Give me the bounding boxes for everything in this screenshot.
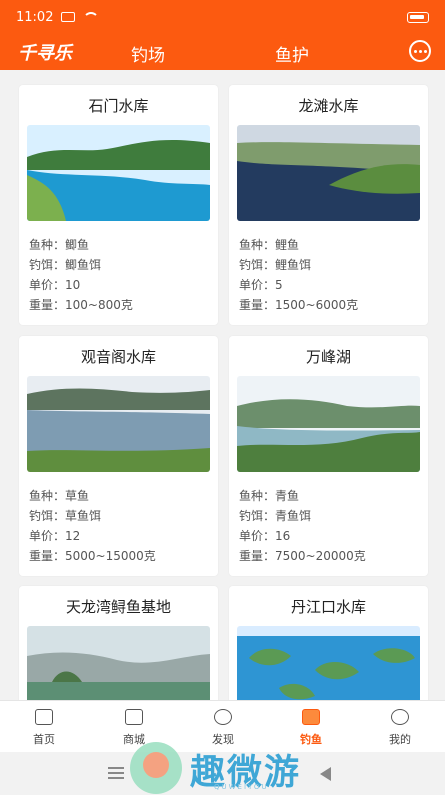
card-info: 鱼种：鲤鱼 钓饵：鲤鱼饵 单价：5 重量：1500~6000克 bbox=[239, 238, 359, 312]
price: 16 bbox=[275, 529, 291, 543]
card-title: 观音阁水库 bbox=[80, 348, 156, 366]
tab-fish-guard[interactable]: 鱼护 bbox=[275, 41, 309, 66]
card-info: 鱼种：鲫鱼 钓饵：鲫鱼饵 单价：10 重量：100~800克 bbox=[29, 238, 133, 312]
nav-label: 我的 bbox=[389, 733, 411, 746]
status-bar: 11:02 bbox=[0, 0, 445, 34]
reservoir-photo bbox=[27, 376, 210, 472]
reservoir-card[interactable]: 观音阁水库 鱼种：草鱼 钓饵：草鱼饵 单价：12 重量：5000~15000克 bbox=[19, 336, 218, 576]
card-title: 天龙湾鲟鱼基地 bbox=[65, 598, 171, 616]
bait: 鲤鱼饵 bbox=[275, 258, 312, 272]
fish-species: 青鱼 bbox=[275, 489, 300, 503]
price: 10 bbox=[65, 278, 81, 292]
weight: 1500~6000克 bbox=[275, 298, 359, 312]
fishing-icon bbox=[302, 709, 320, 725]
bait: 草鱼饵 bbox=[65, 509, 102, 523]
shop-icon bbox=[125, 709, 143, 725]
status-left: 11:02 bbox=[16, 9, 100, 25]
fish-species: 鲤鱼 bbox=[275, 238, 300, 252]
weight: 100~800克 bbox=[65, 298, 133, 312]
price: 5 bbox=[275, 278, 283, 292]
reservoir-card[interactable]: 万峰湖 鱼种：青鱼 钓饵：青鱼饵 单价：16 重量：7500~20000克 bbox=[229, 336, 428, 576]
price: 12 bbox=[65, 529, 81, 543]
brand-title: 千寻乐 bbox=[18, 43, 72, 64]
watermark: 趣微游 QUWEIYOU bbox=[130, 742, 320, 794]
card-info: 鱼种：草鱼 钓饵：草鱼饵 单价：12 重量：5000~15000克 bbox=[29, 489, 156, 563]
fish-species: 鲫鱼 bbox=[65, 238, 90, 252]
app-header: 千寻乐 钓场 鱼护 bbox=[0, 34, 445, 70]
card-info: 鱼种：青鱼 钓饵：青鱼饵 单价：16 重量：7500~20000克 bbox=[239, 489, 366, 563]
nav-label: 首页 bbox=[33, 733, 55, 746]
watermark-subtext: QUWEIYOU bbox=[214, 783, 269, 791]
status-time: 11:02 bbox=[16, 9, 54, 25]
menu-icon[interactable] bbox=[108, 767, 124, 779]
reservoir-card[interactable]: 石门水库 鱼种：鲫鱼 钓饵：鲫鱼饵 单价：10 重量：100~800克 bbox=[19, 85, 218, 325]
reservoir-card[interactable]: 天龙湾鲟鱼基地 bbox=[19, 586, 218, 722]
card-title: 万峰湖 bbox=[305, 348, 351, 366]
bait: 鲫鱼饵 bbox=[65, 258, 102, 272]
reservoir-photo bbox=[237, 125, 420, 221]
reservoir-photo bbox=[27, 125, 210, 221]
eye-icon bbox=[214, 709, 232, 725]
wifi-icon bbox=[83, 12, 100, 22]
nav-home[interactable]: 首页 bbox=[9, 709, 79, 747]
reservoir-card[interactable]: 龙滩水库 鱼种：鲤鱼 钓饵：鲤鱼饵 单价：5 重量：1500~6000克 bbox=[229, 85, 428, 325]
back-icon[interactable] bbox=[320, 767, 331, 781]
bait: 青鱼饵 bbox=[275, 509, 312, 523]
reservoir-photo bbox=[237, 376, 420, 472]
card-title: 石门水库 bbox=[88, 97, 149, 115]
weight: 5000~15000克 bbox=[65, 549, 156, 563]
home-icon bbox=[35, 709, 53, 725]
weight: 7500~20000克 bbox=[275, 549, 366, 563]
nav-profile[interactable]: 我的 bbox=[365, 709, 435, 747]
watermark-logo-icon bbox=[130, 742, 182, 794]
tab-fishing-spot[interactable]: 钓场 bbox=[131, 41, 165, 66]
reservoir-card[interactable]: 丹江口水库 bbox=[229, 586, 428, 722]
card-title: 龙滩水库 bbox=[298, 97, 359, 115]
profile-icon bbox=[391, 709, 409, 725]
mail-icon bbox=[61, 12, 76, 22]
fish-species: 草鱼 bbox=[65, 489, 90, 503]
battery-icon bbox=[407, 11, 429, 23]
message-icon[interactable] bbox=[409, 40, 431, 62]
card-title: 丹江口水库 bbox=[290, 598, 366, 616]
